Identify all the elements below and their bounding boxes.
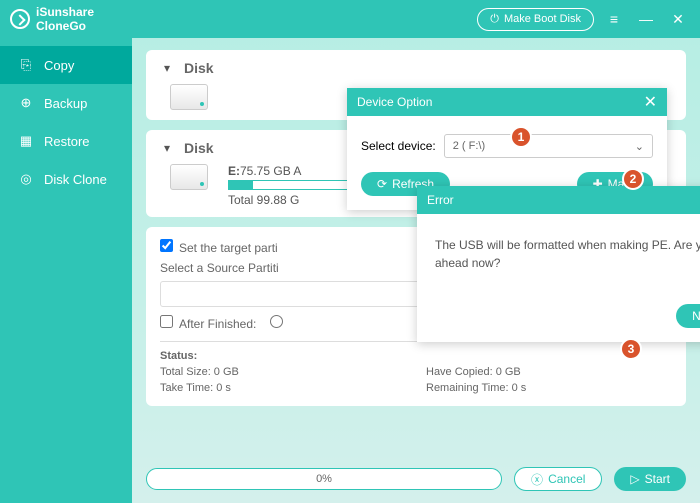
sidebar-item-backup[interactable]: ⊕ Backup [0,84,132,122]
main-content: ▾ Disk ▾ Disk E:75.75 GB A Tota [132,38,700,503]
dialog-title: Error [427,193,454,207]
app-name-1: iSunshare [36,5,94,19]
usage-bar [228,180,348,190]
power-icon: ⏻ [490,13,499,26]
dialog-title: Device Option [357,95,432,109]
chevron-down-icon: ⌄ [635,140,644,153]
make-boot-label: Make Boot Disk [504,13,581,25]
make-boot-disk-button[interactable]: ⏻ Make Boot Disk [477,8,594,31]
bottom-bar: 0% ⓧ Cancel ▷ Start [146,467,686,491]
disk-title: Disk [184,140,214,156]
drive-total: Total 99.88 G [228,193,348,207]
close-button[interactable]: ✕ [666,7,690,31]
dialog-header: Device Option ✕ [347,88,667,116]
no-label: No [692,309,700,323]
error-message: The USB will be formatted when making PE… [417,214,700,286]
cancel-button[interactable]: ⓧ Cancel [514,467,602,491]
play-icon: ▷ [630,472,639,486]
sidebar-item-label: Disk Clone [44,172,107,187]
dialog-header: Error ✕ [417,186,700,214]
after-finished-checkbox[interactable]: After Finished: [160,315,256,331]
cancel-label: Cancel [548,472,585,486]
progress-text: 0% [316,473,332,485]
set-target-label: Set the target parti [179,241,278,255]
sidebar-item-label: Copy [44,58,74,73]
callout-3: 3 [620,338,642,360]
cloud-decoration [282,381,342,403]
sidebar-item-label: Restore [44,134,90,149]
logo-icon [10,9,30,29]
disk-title: Disk [184,60,214,76]
chevron-down-icon[interactable]: ▾ [160,61,174,75]
after-finished-label: After Finished: [179,317,256,331]
sidebar-item-label: Backup [44,96,87,111]
start-button[interactable]: ▷ Start [614,467,686,491]
status-copied: Have Copied: 0 GB [426,366,672,378]
select-device-dropdown[interactable]: 2 ( F:\) ⌄ [444,134,653,158]
restore-icon: ▦ [18,133,34,149]
error-dialog: Error ✕ The USB will be formatted when m… [417,186,700,342]
app-name-2: CloneGo [36,19,94,33]
status-remaining-time: Remaining Time: 0 s [426,382,672,394]
sidebar: ⎘ Copy ⊕ Backup ▦ Restore ◎ Disk Clone [0,38,132,503]
drive-icon [170,164,208,190]
menu-button[interactable]: ≡ [602,7,626,31]
set-target-checkbox[interactable]: Set the target parti [160,241,278,255]
callout-1: 1 [510,126,532,148]
cancel-icon: ⓧ [531,471,543,488]
sidebar-item-restore[interactable]: ▦ Restore [0,122,132,160]
status-heading: Status: [160,350,672,362]
after-radio-1[interactable] [270,315,283,331]
select-device-label: Select device: [361,139,436,153]
progress-bar: 0% [146,468,502,490]
start-label: Start [645,472,670,486]
drive-icon [170,84,208,110]
sidebar-item-copy[interactable]: ⎘ Copy [0,46,132,84]
drive-size: 75.75 GB A [240,164,301,178]
drive-letter: E: [228,164,240,178]
device-value: 2 ( F:\) [453,140,485,152]
backup-icon: ⊕ [18,95,34,111]
title-bar: iSunshare CloneGo ⏻ Make Boot Disk ≡ — ✕ [0,0,700,38]
no-button[interactable]: No [676,304,700,328]
minimize-button[interactable]: — [634,7,658,31]
copy-icon: ⎘ [18,57,34,73]
chevron-down-icon[interactable]: ▾ [160,141,174,155]
dialog-close-button[interactable]: ✕ [644,92,657,112]
refresh-icon: ⟳ [377,177,387,191]
status-total-size: Total Size: 0 GB [160,366,406,378]
app-logo: iSunshare CloneGo [10,5,94,33]
disk-clone-icon: ◎ [18,171,34,187]
callout-2: 2 [622,168,644,190]
sidebar-item-disk-clone[interactable]: ◎ Disk Clone [0,160,132,198]
